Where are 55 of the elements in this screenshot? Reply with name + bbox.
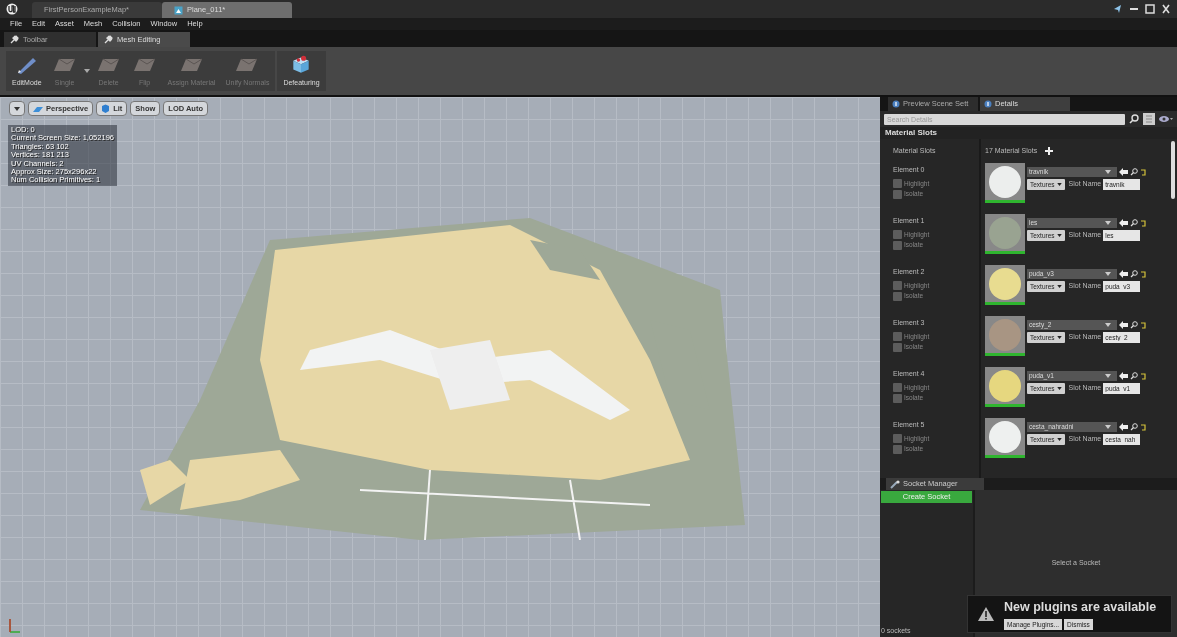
- checkbox[interactable]: [893, 178, 902, 188]
- search-icon[interactable]: [1130, 321, 1138, 329]
- maximize-icon[interactable]: [1143, 3, 1157, 15]
- checkbox[interactable]: [893, 393, 902, 403]
- scrollbar[interactable]: [1171, 141, 1175, 199]
- arrow-left-icon[interactable]: [1119, 270, 1128, 278]
- checkbox[interactable]: [893, 444, 902, 454]
- info-icon: [892, 100, 900, 108]
- checkbox[interactable]: [893, 433, 902, 443]
- caret-icon: [1105, 425, 1111, 429]
- plane-icon: [33, 105, 43, 112]
- cube-icon: [101, 104, 111, 113]
- checkbox[interactable]: [893, 331, 902, 341]
- caret-icon: [14, 106, 20, 111]
- mesh-asset-icon: [174, 5, 183, 15]
- close-icon[interactable]: [1159, 3, 1173, 15]
- add-icon[interactable]: [1045, 147, 1054, 155]
- notification-icon[interactable]: [1113, 4, 1123, 14]
- search-icon[interactable]: [1130, 168, 1138, 176]
- eye-icon[interactable]: [1159, 115, 1173, 123]
- viewport-menu-button[interactable]: [9, 101, 25, 116]
- section-header[interactable]: Material Slots: [880, 127, 1177, 139]
- caret-icon: [1105, 374, 1111, 378]
- arrow-left-icon[interactable]: [1119, 219, 1128, 227]
- caret-icon: [1056, 336, 1062, 339]
- warning-icon: [978, 607, 994, 621]
- caret-icon: [1056, 438, 1062, 441]
- arrow-left-icon[interactable]: [1119, 372, 1128, 380]
- arrow-left-icon[interactable]: [1119, 423, 1128, 431]
- checkbox[interactable]: [893, 342, 902, 352]
- arrow-left-icon[interactable]: [1119, 321, 1128, 329]
- arrow-left-icon[interactable]: [1119, 168, 1128, 176]
- caret-icon: [1056, 234, 1062, 237]
- checkbox[interactable]: [893, 189, 902, 199]
- caret-icon: [1105, 170, 1111, 174]
- checkbox[interactable]: [893, 382, 902, 392]
- caret-icon: [1056, 387, 1062, 390]
- caret-icon: [1105, 323, 1111, 327]
- caret-icon: [1056, 285, 1062, 288]
- search-icon[interactable]: [1130, 219, 1138, 227]
- engine-logo-icon: [6, 3, 18, 15]
- search-icon[interactable]: [1129, 114, 1139, 124]
- search-icon[interactable]: [1130, 372, 1138, 380]
- search-icon[interactable]: [1130, 270, 1138, 278]
- axis-icon: [8, 617, 22, 633]
- caret-icon: [1105, 272, 1111, 276]
- info-icon: [984, 100, 992, 108]
- notification-text: New plugins are available: [1004, 599, 1157, 617]
- checkbox[interactable]: [893, 280, 902, 290]
- caret-icon: [1105, 221, 1111, 225]
- search-icon[interactable]: [1130, 423, 1138, 431]
- checkbox[interactable]: [893, 229, 902, 239]
- caret-icon: [1056, 183, 1062, 186]
- checkbox[interactable]: [893, 291, 902, 301]
- checkbox[interactable]: [893, 240, 902, 250]
